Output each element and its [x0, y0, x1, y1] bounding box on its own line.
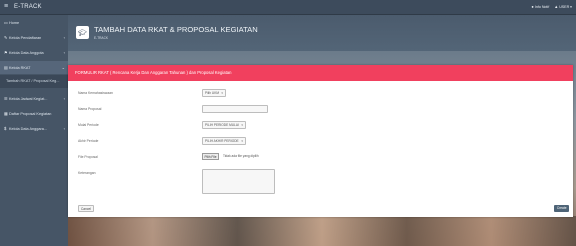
form-row-nama-proposal: Nama Proposal	[68, 104, 573, 114]
field-label: Nama Proposal	[78, 107, 102, 111]
graduation-cap-icon: 🎓︎	[76, 26, 89, 39]
nama-proposal-input[interactable]	[202, 105, 268, 113]
sidebar-item-label: Kelola Jadwal Kegiat...	[9, 97, 48, 101]
sidebar-item-home[interactable]: ▭Home	[0, 16, 68, 29]
sidebar-item-label: Home	[9, 21, 20, 25]
form-row-keterangan: Keterangan	[68, 168, 573, 194]
akhir-periode-select[interactable]: PILIH AKHIR PERIODE ▾	[202, 137, 246, 145]
sidebar-item-label: Kelola Pendaftaran	[9, 36, 42, 40]
form-row-file-proposal: File Proposal Pilih File Tidak ada file …	[68, 152, 573, 162]
chevron-left-icon: ‹	[63, 50, 65, 55]
sidebar: ▭Home ✎Kelola Pendaftaran ‹ ⚑Kelola Data …	[0, 15, 68, 246]
cancel-button[interactable]: Cancel	[78, 205, 94, 212]
form-row-akhir-periode: Akhir Periode PILIH AKHIR PERIODE ▾	[68, 136, 573, 146]
page-title: TAMBAH DATA RKAT & PROPOSAL KEGIATAN	[94, 25, 258, 34]
notification-menu[interactable]: ●Info Notif	[531, 4, 549, 10]
sidebar-item-label: Tambah RKAT / Proposal Keg...	[6, 79, 60, 83]
page-header: 🎓︎ TAMBAH DATA RKAT & PROPOSAL KEGIATAN …	[68, 15, 576, 51]
app-brand[interactable]: E-TRACK	[14, 3, 42, 11]
form-heading: FORMULIR RKAT ( Rencana Kerja Dan Anggar…	[68, 65, 573, 81]
caret-down-icon: ▾	[241, 139, 243, 143]
bell-icon: ●	[531, 4, 534, 9]
kemahasiswaan-select[interactable]: Pilih UKM ▾	[202, 89, 226, 97]
sidebar-item-kelola-jadwal[interactable]: ☰Kelola Jadwal Kegiat... ‹	[0, 92, 68, 105]
chevron-left-icon: ‹	[63, 96, 65, 101]
top-navbar: ≡ E-TRACK ●Info Notif ▲USER ▾	[0, 0, 576, 15]
hamburger-menu-icon[interactable]: ≡	[4, 3, 8, 11]
select-value: PILIH AKHIR PERIODE	[205, 139, 239, 143]
sidebar-item-kelola-data-anggota[interactable]: ⚑Kelola Data Anggota ‹	[0, 46, 68, 59]
file-status: Tidak ada file yang dipilih	[223, 154, 259, 158]
sidebar-subitem-tambah-rkat[interactable]: Tambah RKAT / Proposal Keg...	[0, 75, 68, 88]
caret-down-icon: ▾	[221, 91, 223, 95]
form-row-mulai-periode: Mulai Periode PILIH PERIODE MULAI ▾	[68, 120, 573, 130]
field-label: Keterangan	[78, 171, 96, 175]
sidebar-item-daftar-proposal[interactable]: ▦Daftar Proposal Kegiatan	[0, 107, 68, 120]
chevron-left-icon: ‹	[63, 35, 65, 40]
user-icon: ▲	[554, 4, 559, 9]
sidebar-item-kelola-pendaftaran[interactable]: ✎Kelola Pendaftaran ‹	[0, 31, 68, 44]
topbar-right: ●Info Notif ▲USER ▾	[531, 4, 572, 10]
sidebar-item-label: Kelola Data Anggota	[9, 51, 44, 55]
chevron-left-icon: ‹	[63, 126, 65, 131]
mulai-periode-select[interactable]: PILIH PERIODE MULAI ▾	[202, 121, 246, 129]
sidebar-item-label: Kelola RKAT	[9, 66, 31, 70]
sidebar-item-kelola-anggaran[interactable]: $ Kelola Data Anggara... ‹	[0, 122, 68, 135]
rkat-form-panel: FORMULIR RKAT ( Rencana Kerja Dan Anggar…	[68, 65, 573, 217]
select-value: PILIH PERIODE MULAI	[205, 123, 239, 127]
keterangan-textarea[interactable]	[202, 169, 275, 194]
chevron-down-icon: ⌄	[61, 65, 65, 70]
caret-down-icon: ▾	[241, 123, 243, 127]
create-button[interactable]: Create	[554, 205, 569, 212]
user-menu[interactable]: ▲USER ▾	[554, 4, 572, 10]
form-row-kemahasiswaan: Nama Kemahasiswaan Pilih UKM ▾	[68, 88, 573, 98]
sidebar-item-label: Daftar Proposal Kegiatan	[9, 112, 52, 116]
sidebar-item-label: Kelola Data Anggara...	[9, 127, 47, 131]
notification-label: Info Notif	[534, 5, 550, 9]
field-label: Akhir Periode	[78, 139, 99, 143]
choose-file-button[interactable]: Pilih File	[202, 153, 220, 160]
breadcrumb: E-TRACK	[94, 36, 108, 40]
user-label: USER	[559, 5, 570, 9]
select-value: Pilih UKM	[205, 91, 219, 95]
field-label: Mulai Periode	[78, 123, 99, 127]
field-label: Nama Kemahasiswaan	[78, 91, 113, 95]
field-label: File Proposal	[78, 155, 98, 159]
sidebar-item-kelola-rkat[interactable]: ▤Kelola RKAT ⌄	[0, 61, 68, 74]
